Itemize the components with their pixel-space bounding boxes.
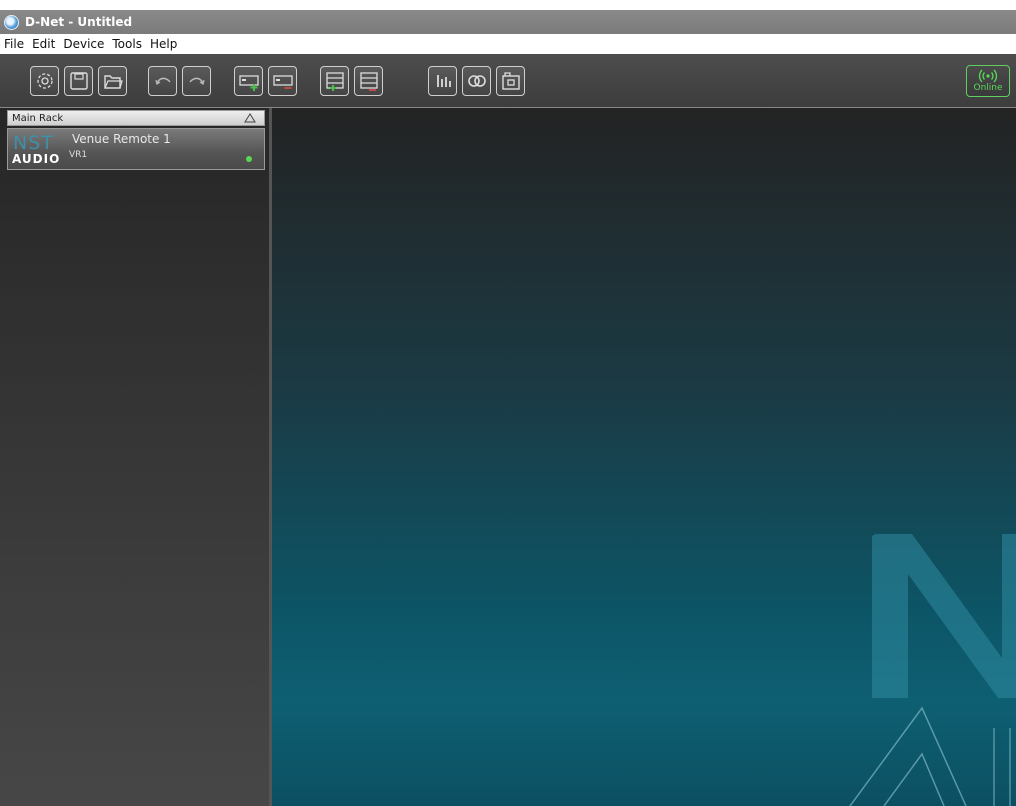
remove-device-button[interactable] (268, 66, 297, 96)
link-icon (467, 75, 486, 87)
nst-audio-logo: NST AUDIO (12, 132, 66, 166)
meter-icon (436, 75, 451, 87)
settings-button[interactable] (30, 66, 59, 96)
window-title: D-Net - Untitled (25, 15, 133, 29)
logo-nst-text: NST (13, 132, 54, 154)
undo-button[interactable] (148, 66, 177, 96)
camera-icon (501, 72, 520, 90)
logo-audio-text: AUDIO (12, 152, 61, 166)
title-bar: D-Net - Untitled (0, 10, 1016, 34)
device-status-led (246, 156, 252, 162)
wireless-icon (978, 69, 998, 83)
remove-rack-icon (359, 72, 378, 91)
redo-button[interactable] (182, 66, 211, 96)
device-item[interactable]: NST AUDIO Venue Remote 1 VR1 (7, 128, 265, 170)
remove-device-icon (272, 75, 293, 89)
add-rack-button[interactable] (320, 66, 349, 96)
menu-bar: File Edit Device Tools Help (0, 34, 1016, 54)
online-label: Online (973, 83, 1003, 93)
device-id: VR1 (69, 150, 88, 160)
gear-icon (36, 73, 53, 89)
open-button[interactable] (98, 66, 127, 96)
save-button[interactable] (64, 66, 93, 96)
undo-icon (154, 77, 171, 85)
online-status-button[interactable]: Online (966, 65, 1010, 97)
menu-edit[interactable]: Edit (28, 37, 59, 51)
collapse-triangle-icon[interactable] (244, 113, 256, 123)
menu-tools[interactable]: Tools (108, 37, 146, 51)
menu-help[interactable]: Help (146, 37, 181, 51)
main-canvas[interactable] (272, 108, 1016, 806)
add-device-button[interactable] (234, 66, 263, 96)
rack-title: Main Rack (12, 112, 64, 124)
add-device-icon (238, 75, 259, 91)
redo-icon (188, 77, 205, 85)
save-icon (69, 72, 88, 90)
menu-device[interactable]: Device (59, 37, 108, 51)
rack-panel: Main Rack NST AUDIO Venue Remote 1 VR1 (0, 108, 272, 806)
add-rack-icon (325, 72, 344, 91)
snapshot-button[interactable] (496, 66, 525, 96)
folder-icon (103, 75, 123, 89)
device-name: Venue Remote 1 (72, 132, 171, 146)
nst-audio-watermark-logo (849, 534, 1016, 806)
rack-header[interactable]: Main Rack (7, 110, 265, 126)
toolbar: Online (0, 54, 1016, 108)
link-button[interactable] (462, 66, 491, 96)
remove-rack-button[interactable] (354, 66, 383, 96)
app-window: D-Net - Untitled File Edit Device Tools … (0, 0, 1016, 806)
menu-file[interactable]: File (0, 37, 28, 51)
meters-button[interactable] (428, 66, 457, 96)
app-icon (4, 14, 19, 30)
